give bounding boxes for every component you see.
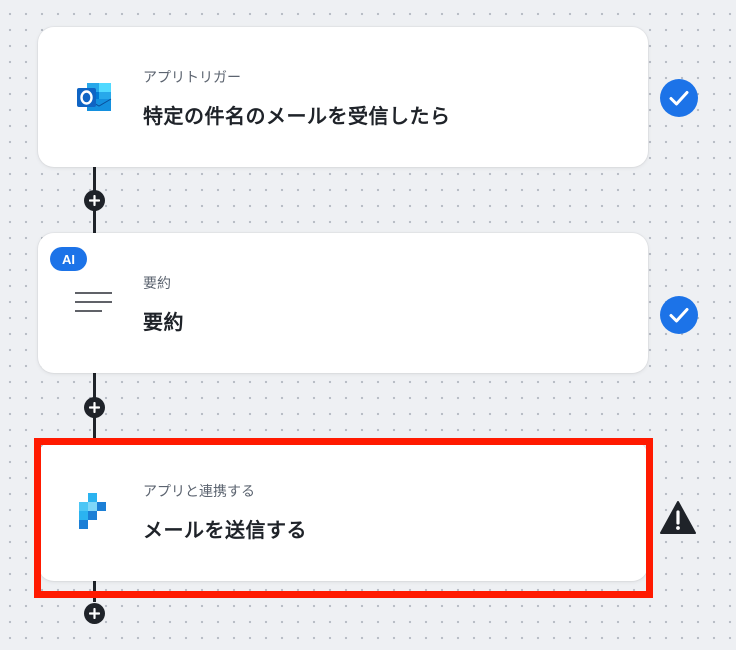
outlook-icon <box>77 83 112 111</box>
step-title: 特定の件名のメールを受信したら <box>143 104 451 128</box>
warning-icon <box>660 501 696 534</box>
step-subtitle: アプリトリガー <box>143 70 241 86</box>
summary-lines-icon <box>75 292 112 312</box>
step-subtitle: 要約 <box>143 276 171 292</box>
mail-app-icon <box>79 493 106 529</box>
check-icon <box>660 296 698 334</box>
plus-icon <box>89 402 100 413</box>
step-subtitle: アプリと連携する <box>143 484 255 500</box>
add-step-button[interactable] <box>84 190 105 211</box>
step-card-send-mail[interactable]: アプリと連携する メールを送信する <box>38 441 648 581</box>
step-card-trigger[interactable]: アプリトリガー 特定の件名のメールを受信したら <box>38 27 648 167</box>
connector-line <box>93 578 96 602</box>
step-title: メールを送信する <box>143 518 307 542</box>
add-step-button[interactable] <box>84 603 105 624</box>
add-step-button[interactable] <box>84 397 105 418</box>
plus-icon <box>89 195 100 206</box>
step-card-summary[interactable]: 要約 要約 <box>38 233 648 373</box>
ai-badge: AI <box>50 247 87 271</box>
plus-icon <box>89 608 100 619</box>
check-icon <box>660 79 698 117</box>
step-title: 要約 <box>143 310 184 334</box>
